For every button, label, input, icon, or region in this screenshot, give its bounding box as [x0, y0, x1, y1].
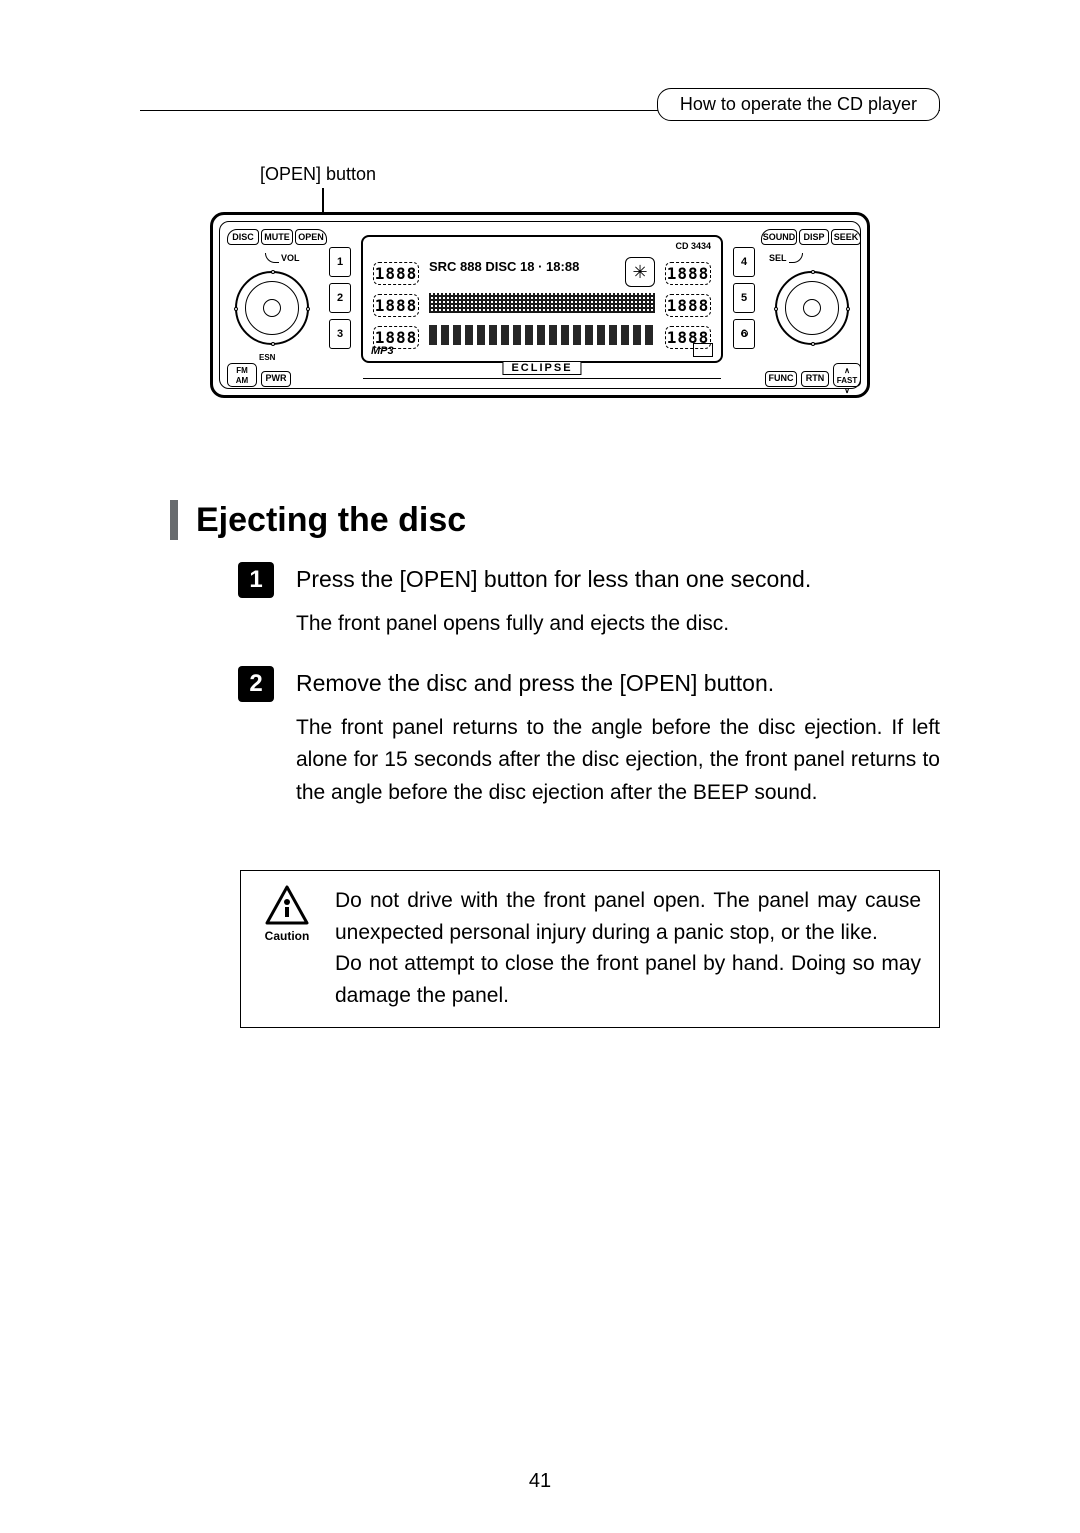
preset-column-right: 4 5 6	[733, 247, 755, 355]
caution-icon-block: Caution	[259, 885, 315, 943]
knob-tick	[846, 307, 850, 311]
warning-triangle-icon	[265, 885, 309, 925]
fast-label: FAST	[834, 376, 860, 386]
caution-text-1: Do not drive with the front panel open. …	[335, 885, 921, 948]
seg-left-1: 1888	[373, 262, 419, 285]
step-body-2: Remove the disc and press the [OPEN] but…	[296, 666, 940, 809]
seg-left-2: 1888	[373, 294, 419, 317]
seek-down-icon: ∨	[834, 386, 860, 396]
esn-label: ESN	[259, 353, 275, 362]
preset-4: 4	[733, 247, 755, 277]
open-button-callout-label: [OPEN] button	[260, 164, 376, 185]
caution-box: Caution Do not drive with the front pane…	[240, 870, 940, 1028]
fast-button: ∧ FAST ∨	[833, 363, 861, 387]
seek-up-icon: ∧	[834, 366, 860, 376]
knob-tick	[234, 307, 238, 311]
model-label: CD 3434	[675, 241, 711, 251]
mute-button: MUTE	[261, 229, 293, 245]
lcd-top-labels: SRC 888 DISC 18 · 18:88	[429, 259, 579, 274]
lcd-dot-matrix	[429, 293, 655, 313]
fm-am-button: FM AM	[227, 363, 257, 387]
caution-text-2: Do not attempt to close the front panel …	[335, 948, 921, 1011]
knob-tick	[811, 342, 815, 346]
pwr-button: PWR	[261, 371, 291, 387]
page-number: 41	[0, 1470, 1080, 1493]
step-body-1: Press the [OPEN] button for less than on…	[296, 562, 940, 640]
am-label: AM	[228, 376, 256, 386]
seg-right-2: 1888	[665, 294, 711, 317]
vol-label: VOL	[281, 253, 300, 263]
cd-player-illustration: DISC MUTE OPEN VOL ESN FM AM PWR 1 2 3 4…	[210, 212, 870, 398]
mp3-label: MP3	[371, 345, 394, 357]
preset-3: 3	[329, 319, 351, 349]
step-desc-1: The front panel opens fully and ejects t…	[296, 608, 940, 641]
lcd-row-2: 1888 1888	[373, 291, 711, 317]
preset-2: 2	[329, 283, 351, 313]
step-title-1: Press the [OPEN] button for less than on…	[296, 562, 940, 598]
sun-icon	[625, 257, 655, 287]
heading-accent-bar	[170, 500, 178, 540]
preset-1: 1	[329, 247, 351, 277]
step-1: 1 Press the [OPEN] button for less than …	[238, 562, 940, 640]
fm-label: FM	[228, 366, 256, 376]
sound-button: SOUND	[761, 229, 797, 245]
manual-page: How to operate the CD player [OPEN] butt…	[0, 0, 1080, 1533]
lcd-spectrum-bars	[429, 325, 655, 345]
volume-knob	[235, 271, 309, 345]
knob-tick	[271, 270, 275, 274]
caution-text: Do not drive with the front panel open. …	[335, 885, 921, 1011]
lcd-display: CD 3434 1888 SRC 888 DISC 18 · 18:88 188…	[361, 235, 723, 363]
brand-label: ECLIPSE	[502, 361, 581, 375]
rtn-button: RTN	[801, 371, 829, 387]
step-2: 2 Remove the disc and press the [OPEN] b…	[238, 666, 940, 809]
knob-tick	[774, 307, 778, 311]
disc-button: DISC	[227, 229, 259, 245]
section-title-text: How to operate the CD player	[680, 94, 917, 114]
seek-button: SEEK	[831, 229, 861, 245]
compact-disc-logo-icon	[693, 343, 713, 357]
lcd-bottom-bar	[363, 378, 721, 380]
knob-tick	[271, 342, 275, 346]
lcd-row-1: 1888 SRC 888 DISC 18 · 18:88 1888	[373, 259, 711, 285]
step-number-2: 2	[238, 666, 274, 702]
steps-list: 1 Press the [OPEN] button for less than …	[238, 562, 940, 835]
knob-tick	[306, 307, 310, 311]
disp-button: DISP	[799, 229, 829, 245]
knob-center	[803, 299, 821, 317]
open-button: OPEN	[295, 229, 327, 245]
section-heading: Ejecting the disc	[170, 500, 940, 540]
heading-text: Ejecting the disc	[196, 501, 466, 540]
preset-5: 5	[733, 283, 755, 313]
lcd-row-3: 1888 1888	[373, 323, 711, 349]
preset-6: 6	[733, 319, 755, 349]
sel-label: SEL	[769, 253, 787, 263]
step-desc-2: The front panel returns to the angle bef…	[296, 712, 940, 810]
select-knob	[775, 271, 849, 345]
open-button-callout-line	[322, 188, 324, 212]
caution-label: Caution	[259, 929, 315, 943]
seg-right-1: 1888	[665, 262, 711, 285]
preset-column-left: 1 2 3	[329, 247, 351, 355]
knob-tick	[811, 270, 815, 274]
step-title-2: Remove the disc and press the [OPEN] but…	[296, 666, 940, 702]
section-title-pill: How to operate the CD player	[657, 88, 940, 121]
knob-center	[263, 299, 281, 317]
step-number-1: 1	[238, 562, 274, 598]
func-button: FUNC	[765, 371, 797, 387]
